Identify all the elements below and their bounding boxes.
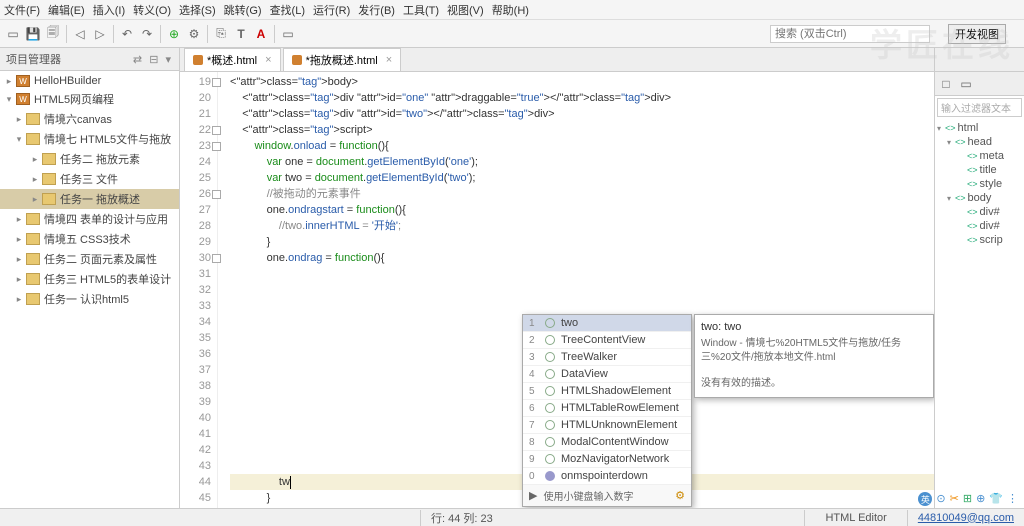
tree-item[interactable]: ▸任务一 拖放概述 (0, 189, 179, 209)
saveall-icon[interactable]: 🗐 (44, 25, 62, 43)
menu-item[interactable]: 工具(T) (403, 2, 439, 18)
outline-tree[interactable]: ▾<>html▾<>head<>meta<>title<>style▾<>bod… (935, 119, 1024, 508)
redo-icon[interactable]: ↷ (138, 25, 156, 43)
txt-icon[interactable]: T (232, 25, 250, 43)
box-icon[interactable]: ▭ (279, 25, 297, 43)
autocomplete-popup[interactable]: 1two2TreeContentView3TreeWalker4DataView… (522, 314, 692, 507)
outline-item[interactable]: ▾<>html (937, 121, 1022, 135)
menu-item[interactable]: 跳转(G) (224, 2, 262, 18)
run-icon[interactable]: ⊕ (165, 25, 183, 43)
toolbar: ▭ 💾 🗐 ◁ ▷ ↶ ↷ ⊕ ⚙ ⎘ T A ▭ 开发视图 (0, 20, 1024, 48)
ac-item[interactable]: 0onmspointerdown (523, 468, 691, 485)
email-link[interactable]: 44810049@qq.com (908, 512, 1024, 524)
new-icon[interactable]: ▭ (4, 25, 22, 43)
fwd-icon[interactable]: ▷ (91, 25, 109, 43)
ac-item[interactable]: 4DataView (523, 366, 691, 383)
search-box (770, 25, 930, 43)
ac-item[interactable]: 7HTMLUnknownElement (523, 417, 691, 434)
outline-item[interactable]: <>div# (937, 219, 1022, 233)
editor-tabs: *概述.html×*拖放概述.html× (180, 48, 934, 72)
save-icon[interactable]: 💾 (24, 25, 42, 43)
menu-item[interactable]: 发行(B) (358, 2, 395, 18)
close-icon[interactable]: × (386, 54, 392, 66)
outline-item[interactable]: <>div# (937, 205, 1022, 219)
menu-item[interactable]: 插入(I) (93, 2, 125, 18)
back-icon[interactable]: ◁ (71, 25, 89, 43)
outline-item[interactable]: ▾<>body (937, 191, 1022, 205)
statusbar: 行: 44 列: 23 HTML Editor 44810049@qq.com (0, 508, 1024, 526)
menu-item[interactable]: 编辑(E) (48, 2, 85, 18)
search-input[interactable] (770, 25, 930, 43)
menu-item[interactable]: 帮助(H) (492, 2, 529, 18)
ac-footer: ▶使用小键盘输入数字⚙ (523, 485, 691, 506)
menu-item[interactable]: 运行(R) (313, 2, 350, 18)
outline-item[interactable]: <>style (937, 177, 1022, 191)
outline-filter[interactable]: 输入过滤器文本 (937, 98, 1022, 117)
ol-i2[interactable]: ▭ (957, 75, 975, 93)
project-panel: 项目管理器 ⇄ ⊟ ▾ ▸WHelloHBuilder▾WHTML5网页编程▸情… (0, 48, 180, 508)
close-icon[interactable]: × (265, 54, 271, 66)
dev-view-button[interactable]: 开发视图 (948, 24, 1006, 44)
tree-item[interactable]: ▸情境五 CSS3技术 (0, 229, 179, 249)
ime-icon: 英 (918, 492, 932, 506)
outline-item[interactable]: ▾<>head (937, 135, 1022, 149)
ac-item[interactable]: 6HTMLTableRowElement (523, 400, 691, 417)
editor-tab[interactable]: *拖放概述.html× (283, 48, 402, 71)
undo-icon[interactable]: ↶ (118, 25, 136, 43)
ac-item[interactable]: 1two (523, 315, 691, 332)
outline-item[interactable]: <>title (937, 163, 1022, 177)
tree-item[interactable]: ▸任务一 认识html5 (0, 289, 179, 309)
menu-item[interactable]: 转义(O) (133, 2, 171, 18)
tray-icons[interactable]: 英 ⊙✂⊞⊕👕⋮ (918, 492, 1018, 506)
tree-item[interactable]: ▸任务三 HTML5的表单设计 (0, 269, 179, 289)
line-gutter: 1920212223242526272829303132333435363738… (180, 72, 218, 508)
panel-header: 项目管理器 ⇄ ⊟ ▾ (0, 48, 179, 71)
project-tree[interactable]: ▸WHelloHBuilder▾WHTML5网页编程▸情境六canvas▾情境七… (0, 71, 179, 508)
ol-i1[interactable]: □ (937, 75, 955, 93)
a-icon[interactable]: A (252, 25, 270, 43)
editor-tab[interactable]: *概述.html× (184, 48, 281, 71)
menu-item[interactable]: 文件(F) (4, 2, 40, 18)
autocomplete-info: two: two Window - 情境七%20HTML5文件与拖放/任务三%2… (694, 314, 934, 398)
outline-item[interactable]: <>scrip (937, 233, 1022, 247)
tree-item[interactable]: ▸任务三 文件 (0, 169, 179, 189)
menu-item[interactable]: 查找(L) (270, 2, 305, 18)
tree-item[interactable]: ▾WHTML5网页编程 (0, 89, 179, 109)
ac-item[interactable]: 8ModalContentWindow (523, 434, 691, 451)
menu-item[interactable]: 视图(V) (447, 2, 484, 18)
outline-panel: □ ▭ 输入过滤器文本 ▾<>html▾<>head<>meta<>title<… (934, 48, 1024, 508)
tree-item[interactable]: ▸任务二 页面元素及属性 (0, 249, 179, 269)
cfg-icon[interactable]: ⚙ (185, 25, 203, 43)
tag-icon[interactable]: ⎘ (212, 25, 230, 43)
panel-tools[interactable]: ⇄ ⊟ ▾ (133, 53, 173, 66)
tree-item[interactable]: ▸情境六canvas (0, 109, 179, 129)
cursor-pos: 行: 44 列: 23 (421, 510, 503, 526)
tree-item[interactable]: ▾情境七 HTML5文件与拖放 (0, 129, 179, 149)
ac-item[interactable]: 9MozNavigatorNetwork (523, 451, 691, 468)
ac-item[interactable]: 3TreeWalker (523, 349, 691, 366)
ac-item[interactable]: 5HTMLShadowElement (523, 383, 691, 400)
tree-item[interactable]: ▸情境四 表单的设计与应用 (0, 209, 179, 229)
editor-mode: HTML Editor (805, 512, 906, 524)
menubar: 文件(F) 编辑(E) 插入(I) 转义(O) 选择(S) 跳转(G) 查找(L) 运行(R)… (0, 0, 1024, 20)
outline-item[interactable]: <>meta (937, 149, 1022, 163)
menu-item[interactable]: 选择(S) (179, 2, 216, 18)
tree-item[interactable]: ▸任务二 拖放元素 (0, 149, 179, 169)
ac-item[interactable]: 2TreeContentView (523, 332, 691, 349)
tree-item[interactable]: ▸WHelloHBuilder (0, 73, 179, 89)
